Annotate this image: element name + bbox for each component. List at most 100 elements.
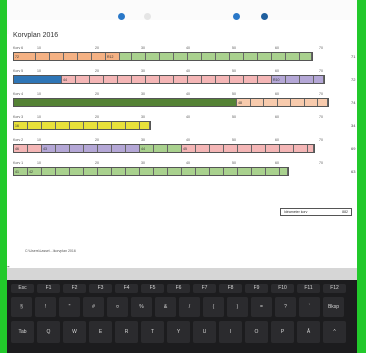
bar-cell[interactable] xyxy=(140,168,154,175)
keyboard-key[interactable]: F2 xyxy=(63,284,86,293)
bar-cell[interactable] xyxy=(264,99,278,106)
keyboard-key[interactable]: F10 xyxy=(271,284,294,293)
bar-cell[interactable] xyxy=(238,168,252,175)
bar-cell[interactable]: 41 xyxy=(14,168,28,175)
bar-cell[interactable] xyxy=(84,145,98,152)
keyboard-key[interactable]: F6 xyxy=(167,284,190,293)
bar-cell[interactable] xyxy=(182,168,196,175)
bar-cell[interactable] xyxy=(258,53,272,60)
keyboard-key[interactable]: ^ xyxy=(323,321,346,343)
bar-cell[interactable] xyxy=(300,53,312,60)
keyboard-key[interactable]: F9 xyxy=(245,284,268,293)
plan-bar[interactable]: 16 xyxy=(13,121,151,130)
bar-cell[interactable] xyxy=(300,76,314,83)
keyboard-key[interactable]: U xyxy=(193,321,216,343)
bar-cell[interactable]: 43 xyxy=(42,145,56,152)
keyboard-key[interactable]: F5 xyxy=(141,284,164,293)
bar-cell[interactable] xyxy=(14,99,238,106)
bar-cell[interactable] xyxy=(98,168,112,175)
bar-cell[interactable]: 44 xyxy=(62,76,76,83)
bar-cell[interactable] xyxy=(266,168,280,175)
bar-cell[interactable] xyxy=(154,145,168,152)
bar-cell[interactable] xyxy=(196,168,210,175)
bar-cell[interactable] xyxy=(42,168,56,175)
bar-cell[interactable] xyxy=(252,145,266,152)
bar-cell[interactable] xyxy=(188,76,202,83)
keyboard-key[interactable]: F1 xyxy=(37,284,60,293)
keyboard-key[interactable]: F7 xyxy=(193,284,216,293)
keyboard-key[interactable]: & xyxy=(155,297,176,317)
plan-bar[interactable]: 46 43 44 45 xyxy=(13,144,315,153)
bar-cell[interactable]: 16 xyxy=(14,122,28,129)
bar-cell[interactable] xyxy=(202,76,216,83)
keyboard-key[interactable]: " xyxy=(59,297,80,317)
keyboard-key[interactable]: O xyxy=(245,321,268,343)
keyboard-key[interactable]: I xyxy=(219,321,242,343)
bar-cell[interactable] xyxy=(224,145,238,152)
keyboard-key[interactable]: Esc xyxy=(11,284,34,293)
bar-cell[interactable] xyxy=(196,145,210,152)
keyboard-key[interactable]: ` xyxy=(299,297,320,317)
bar-cell[interactable] xyxy=(188,53,202,60)
bar-cell[interactable] xyxy=(280,168,288,175)
bar-cell[interactable] xyxy=(78,53,92,60)
bar-cell[interactable] xyxy=(92,53,106,60)
bar-cell[interactable] xyxy=(36,53,50,60)
plan-bar[interactable]: 41 42 xyxy=(13,167,289,176)
bar-cell[interactable]: 72 xyxy=(14,53,36,60)
bar-cell[interactable] xyxy=(112,168,126,175)
bar-cell[interactable] xyxy=(28,122,42,129)
bar-cell[interactable] xyxy=(84,122,98,129)
bar-cell[interactable] xyxy=(56,168,70,175)
bar-cell[interactable] xyxy=(98,122,112,129)
bar-cell[interactable] xyxy=(104,76,118,83)
keyboard-key[interactable]: P xyxy=(271,321,294,343)
bar-cell[interactable]: R10 xyxy=(272,76,286,83)
keyboard-key[interactable]: Å xyxy=(297,321,320,343)
bar-cell[interactable] xyxy=(314,76,324,83)
keyboard-key[interactable]: ) xyxy=(227,297,248,317)
bar-cell[interactable] xyxy=(160,76,174,83)
keyboard-key[interactable]: Q xyxy=(37,321,60,343)
bar-cell[interactable] xyxy=(252,168,266,175)
bar-cell[interactable] xyxy=(308,145,314,152)
bar-cell[interactable] xyxy=(76,76,90,83)
keyboard-key[interactable]: ? xyxy=(275,297,296,317)
bar-cell[interactable] xyxy=(160,53,174,60)
bar-cell[interactable] xyxy=(132,76,146,83)
keyboard-key[interactable]: % xyxy=(131,297,152,317)
bar-cell[interactable] xyxy=(304,99,319,106)
keyboard-key[interactable]: F11 xyxy=(297,284,320,293)
bar-cell[interactable] xyxy=(118,76,132,83)
bar-cell[interactable] xyxy=(266,145,280,152)
bar-cell[interactable] xyxy=(277,99,292,106)
bar-cell[interactable]: 48 xyxy=(237,99,251,106)
bar-cell[interactable] xyxy=(250,99,265,106)
keyboard-key[interactable]: R xyxy=(115,321,138,343)
bar-cell[interactable] xyxy=(126,145,140,152)
keyboard-key[interactable]: = xyxy=(251,297,272,317)
keyboard-key[interactable]: # xyxy=(83,297,104,317)
bar-cell[interactable] xyxy=(168,168,182,175)
keyboard-key[interactable]: F8 xyxy=(219,284,242,293)
bar-cell[interactable] xyxy=(174,76,188,83)
bar-cell[interactable] xyxy=(216,76,230,83)
plan-bar[interactable]: 48 xyxy=(13,98,329,107)
bar-cell[interactable] xyxy=(154,168,168,175)
bar-cell[interactable] xyxy=(28,145,42,152)
keyboard-key[interactable]: W xyxy=(63,321,86,343)
keyboard-key[interactable]: Tab xyxy=(11,321,34,343)
bar-cell[interactable] xyxy=(140,122,150,129)
bar-cell[interactable] xyxy=(70,145,84,152)
keyboard-key[interactable]: Bksp xyxy=(323,297,344,317)
bar-cell[interactable] xyxy=(126,122,140,129)
bar-cell[interactable] xyxy=(98,145,112,152)
keyboard-key[interactable]: Y xyxy=(167,321,190,343)
keyboard-key[interactable]: § xyxy=(11,297,32,317)
bar-cell[interactable] xyxy=(294,145,308,152)
bar-cell[interactable] xyxy=(132,53,146,60)
bar-cell[interactable] xyxy=(202,53,216,60)
bar-cell[interactable] xyxy=(168,145,182,152)
bar-cell[interactable]: 45 xyxy=(182,145,196,152)
bar-cell[interactable] xyxy=(280,145,294,152)
